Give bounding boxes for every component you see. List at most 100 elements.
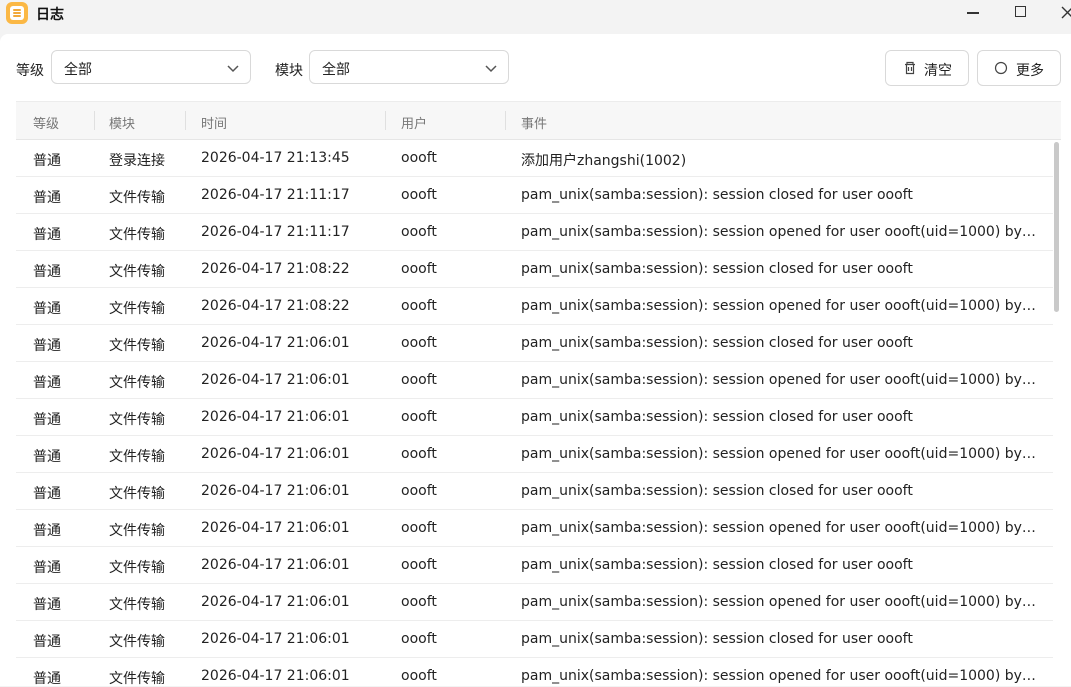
event-cell: pam_unix(samba:session): session closed … xyxy=(521,409,913,425)
event-cell: pam_unix(samba:session): session opened … xyxy=(521,224,1036,240)
table-row[interactable]: 普通 文件传输 2026-04-17 21:06:01 oooft pam_unix(s… xyxy=(16,547,1053,584)
time-cell: 2026-04-17 21:11:17 xyxy=(201,187,350,203)
time-cell: 2026-04-17 21:06:01 xyxy=(201,335,350,351)
level-cell: 普通 xyxy=(33,227,61,243)
minimize-button[interactable] xyxy=(951,0,995,26)
user-cell: oooft xyxy=(401,668,437,684)
user-cell: oooft xyxy=(401,224,437,240)
event-cell: 添加用户zhangshi(1002) xyxy=(521,153,687,169)
module-filter-label: 模块 xyxy=(275,63,303,79)
level-filter-value: 全部 xyxy=(64,62,92,78)
module-cell: 文件传输 xyxy=(109,190,165,206)
table-row[interactable]: 普通 文件传输 2026-04-17 21:11:17 oooft pam_unix(s… xyxy=(16,214,1053,251)
user-cell: oooft xyxy=(401,150,437,166)
more-button[interactable]: 更多 xyxy=(977,50,1061,86)
user-cell: oooft xyxy=(401,409,437,425)
column-header-level[interactable]: 等级 xyxy=(33,113,59,132)
level-cell: 普通 xyxy=(33,264,61,280)
table-row[interactable]: 普通 文件传输 2026-04-17 21:06:01 oooft pam_unix(s… xyxy=(16,658,1053,687)
level-cell: 普通 xyxy=(33,486,61,502)
table-row[interactable]: 普通 文件传输 2026-04-17 21:08:22 oooft pam_unix(s… xyxy=(16,251,1053,288)
module-cell: 文件传输 xyxy=(109,634,165,650)
event-cell: pam_unix(samba:session): session closed … xyxy=(521,261,913,277)
time-cell: 2026-04-17 21:11:17 xyxy=(201,224,350,240)
column-header-module[interactable]: 模块 xyxy=(109,113,135,132)
table-row[interactable]: 普通 文件传输 2026-04-17 21:08:22 oooft pam_unix(s… xyxy=(16,288,1053,325)
event-cell: pam_unix(samba:session): session opened … xyxy=(521,298,1036,314)
user-cell: oooft xyxy=(401,187,437,203)
level-cell: 普通 xyxy=(33,560,61,576)
level-cell: 普通 xyxy=(33,153,61,169)
level-cell: 普通 xyxy=(33,671,61,687)
event-cell: pam_unix(samba:session): session opened … xyxy=(521,668,1036,684)
event-cell: pam_unix(samba:session): session closed … xyxy=(521,483,913,499)
module-cell: 文件传输 xyxy=(109,227,165,243)
column-header-time[interactable]: 时间 xyxy=(201,113,227,132)
module-cell: 文件传输 xyxy=(109,338,165,354)
column-divider[interactable] xyxy=(94,111,95,130)
time-cell: 2026-04-17 21:06:01 xyxy=(201,520,350,536)
module-cell: 文件传输 xyxy=(109,597,165,613)
chevron-down-icon xyxy=(227,65,239,73)
table-row[interactable]: 普通 文件传输 2026-04-17 21:06:01 oooft pam_unix(s… xyxy=(16,399,1053,436)
column-divider[interactable] xyxy=(385,111,386,130)
user-cell: oooft xyxy=(401,446,437,462)
time-cell: 2026-04-17 21:06:01 xyxy=(201,668,350,684)
more-button-label: 更多 xyxy=(1016,63,1044,79)
time-cell: 2026-04-17 21:06:01 xyxy=(201,409,350,425)
user-cell: oooft xyxy=(401,520,437,536)
column-header-user[interactable]: 用户 xyxy=(401,113,427,132)
table-row[interactable]: 普通 文件传输 2026-04-17 21:06:01 oooft pam_unix(s… xyxy=(16,362,1053,399)
log-table: 等级 模块 时间 用户 事件 普通 登录连接 2026-04-17 21:13:45… xyxy=(16,101,1061,687)
column-divider[interactable] xyxy=(505,111,506,130)
level-cell: 普通 xyxy=(33,597,61,613)
clear-button[interactable]: 清空 xyxy=(885,50,969,86)
table-header: 等级 模块 时间 用户 事件 xyxy=(16,102,1061,140)
level-cell: 普通 xyxy=(33,338,61,354)
time-cell: 2026-04-17 21:08:22 xyxy=(201,261,350,277)
user-cell: oooft xyxy=(401,261,437,277)
table-row[interactable]: 普通 文件传输 2026-04-17 21:06:01 oooft pam_unix(s… xyxy=(16,473,1053,510)
level-filter-select[interactable]: 全部 xyxy=(51,50,251,84)
close-button[interactable] xyxy=(1045,0,1071,26)
table-row[interactable]: 普通 文件传输 2026-04-17 21:06:01 oooft pam_unix(s… xyxy=(16,584,1053,621)
circle-icon xyxy=(994,61,1008,75)
level-cell: 普通 xyxy=(33,301,61,317)
vertical-scrollbar[interactable] xyxy=(1054,142,1059,312)
column-header-event[interactable]: 事件 xyxy=(521,113,547,132)
event-cell: pam_unix(samba:session): session opened … xyxy=(521,520,1036,536)
table-body: 普通 登录连接 2026-04-17 21:13:45 oooft 添加用户zhangs… xyxy=(16,140,1053,687)
close-icon xyxy=(1061,6,1071,19)
time-cell: 2026-04-17 21:06:01 xyxy=(201,594,350,610)
table-row[interactable]: 普通 文件传输 2026-04-17 21:06:01 oooft pam_unix(s… xyxy=(16,325,1053,362)
module-cell: 文件传输 xyxy=(109,375,165,391)
event-cell: pam_unix(samba:session): session closed … xyxy=(521,335,913,351)
user-cell: oooft xyxy=(401,372,437,388)
column-divider[interactable] xyxy=(185,111,186,130)
module-filter-select[interactable]: 全部 xyxy=(309,50,509,84)
time-cell: 2026-04-17 21:13:45 xyxy=(201,150,350,166)
table-row[interactable]: 普通 登录连接 2026-04-17 21:13:45 oooft 添加用户zhangs… xyxy=(16,140,1053,177)
level-cell: 普通 xyxy=(33,375,61,391)
user-cell: oooft xyxy=(401,298,437,314)
table-row[interactable]: 普通 文件传输 2026-04-17 21:11:17 oooft pam_unix(s… xyxy=(16,177,1053,214)
event-cell: pam_unix(samba:session): session opened … xyxy=(521,594,1036,610)
user-cell: oooft xyxy=(401,557,437,573)
time-cell: 2026-04-17 21:08:22 xyxy=(201,298,350,314)
module-cell: 文件传输 xyxy=(109,671,165,687)
table-row[interactable]: 普通 文件传输 2026-04-17 21:06:01 oooft pam_unix(s… xyxy=(16,510,1053,547)
clear-button-label: 清空 xyxy=(924,63,952,79)
window-title: 日志 xyxy=(36,7,64,23)
table-row[interactable]: 普通 文件传输 2026-04-17 21:06:01 oooft pam_unix(s… xyxy=(16,621,1053,658)
time-cell: 2026-04-17 21:06:01 xyxy=(201,372,350,388)
module-cell: 文件传输 xyxy=(109,486,165,502)
user-cell: oooft xyxy=(401,594,437,610)
level-cell: 普通 xyxy=(33,449,61,465)
maximize-icon xyxy=(1015,6,1026,17)
maximize-button[interactable] xyxy=(998,0,1042,26)
module-cell: 登录连接 xyxy=(109,153,165,169)
trash-icon xyxy=(905,61,915,75)
table-row[interactable]: 普通 文件传输 2026-04-17 21:06:01 oooft pam_unix(s… xyxy=(16,436,1053,473)
chevron-down-icon xyxy=(485,65,497,73)
log-app-icon xyxy=(6,2,28,24)
